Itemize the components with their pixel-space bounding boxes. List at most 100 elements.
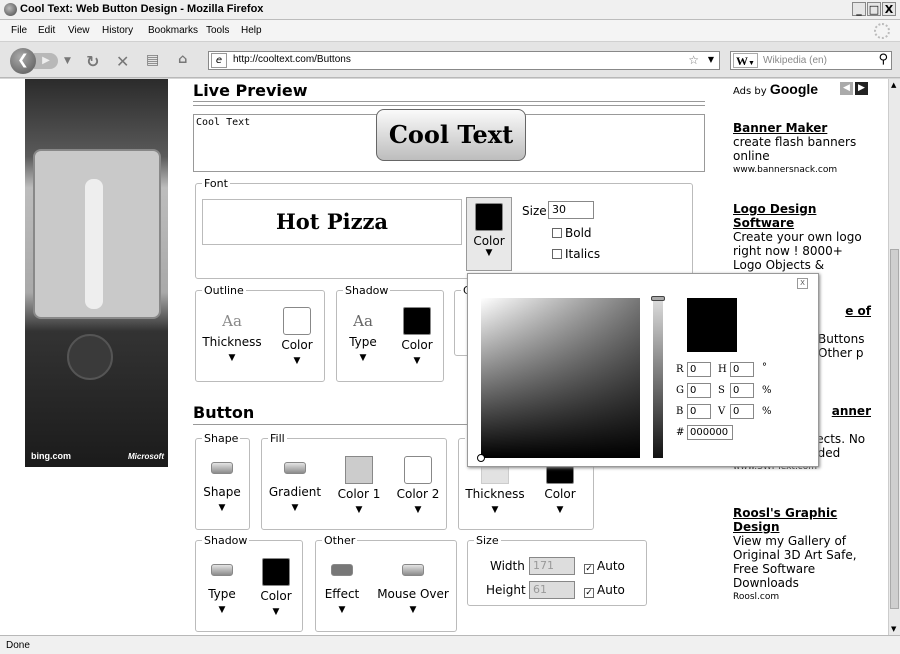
menu-bookmarks[interactable]: Bookmarks — [148, 25, 198, 36]
outline-color-control[interactable]: Color ▼ — [271, 307, 323, 366]
fill-gradient-control[interactable]: Gradient ▼ — [265, 462, 325, 513]
ads-next-button[interactable]: ▶ — [855, 82, 868, 95]
text-shadow-color-dropdown-icon[interactable]: ▼ — [394, 356, 440, 366]
font-size-input[interactable]: 30 — [548, 201, 594, 219]
fill-color2-swatch[interactable] — [404, 456, 432, 484]
search-icon[interactable]: ⚲ — [878, 52, 888, 67]
fill-color1-swatch[interactable] — [345, 456, 373, 484]
fill-color2-dropdown-icon[interactable]: ▼ — [392, 505, 444, 515]
menu-history[interactable]: History — [102, 25, 133, 36]
color-cursor[interactable] — [477, 454, 485, 462]
site-identity-icon[interactable]: e — [211, 53, 227, 68]
button-shadow-color-dropdown-icon[interactable]: ▼ — [253, 607, 299, 617]
menu-edit[interactable]: Edit — [38, 25, 55, 36]
shape-dropdown-icon[interactable]: ▼ — [196, 503, 248, 513]
ad-url[interactable]: www.bannersnack.com — [733, 163, 873, 177]
ads-prev-button[interactable]: ◀ — [840, 82, 853, 95]
outline-color-swatch[interactable] — [283, 307, 311, 335]
reload-icon[interactable]: ↻ — [86, 52, 99, 71]
maximize-button[interactable]: □ — [867, 2, 881, 16]
width-auto-box[interactable]: ✓ — [584, 564, 594, 574]
button-shadow-type-control[interactable]: Type ▼ — [199, 564, 245, 615]
menu-help[interactable]: Help — [241, 25, 262, 36]
outline-thickness-control[interactable]: Aa Thickness ▼ — [202, 307, 262, 363]
text-shadow-type-dropdown-icon[interactable]: ▼ — [340, 353, 386, 363]
fill-color2-control[interactable]: Color 2 ▼ — [392, 456, 444, 515]
url-dropdown-icon[interactable]: ▼ — [708, 55, 714, 64]
hue-slider[interactable] — [651, 296, 665, 458]
shape-control[interactable]: Shape ▼ — [196, 462, 248, 513]
text-shadow-color-swatch[interactable] — [403, 307, 431, 335]
effect-dropdown-icon[interactable]: ▼ — [319, 605, 365, 615]
cool-text-preview-button[interactable]: Cool Text — [376, 109, 526, 161]
border-color-dropdown-icon[interactable]: ▼ — [536, 505, 584, 515]
height-auto-checkbox[interactable]: ✓ Auto — [584, 583, 625, 598]
minimize-button[interactable]: _ — [852, 2, 866, 16]
outline-thickness-dropdown-icon[interactable]: ▼ — [202, 353, 262, 363]
border-thickness-dropdown-icon[interactable]: ▼ — [462, 505, 528, 515]
button-shadow-color-control[interactable]: Color ▼ — [253, 558, 299, 617]
scroll-down-icon[interactable]: ▼ — [891, 625, 896, 633]
font-color-dropdown-icon[interactable]: ▼ — [467, 248, 511, 258]
button-shadow-type-dropdown-icon[interactable]: ▼ — [199, 605, 245, 615]
button-shadow-color-swatch[interactable] — [262, 558, 290, 586]
picker-close-icon[interactable]: X — [797, 278, 808, 289]
bold-checkbox[interactable]: Bold — [552, 226, 592, 240]
width-auto-checkbox[interactable]: ✓ Auto — [584, 559, 625, 574]
font-preview[interactable]: Hot Pizza — [202, 199, 462, 245]
mouse-over-control[interactable]: Mouse Over ▼ — [374, 564, 452, 615]
width-input[interactable]: 171 — [529, 557, 575, 575]
outline-sample[interactable]: Aa — [218, 307, 246, 335]
b-input[interactable]: 0 — [687, 404, 711, 419]
ad-title-link[interactable]: Banner Maker — [733, 121, 873, 135]
font-color-button[interactable]: Color ▼ — [466, 197, 512, 271]
vertical-scrollbar[interactable]: ▲ ▼ — [888, 79, 900, 635]
search-input[interactable]: Wikipedia (en) — [763, 55, 827, 66]
text-shadow-type-control[interactable]: Aa Type ▼ — [340, 307, 386, 363]
ad-title-link[interactable]: Roosl's Graphic Design — [733, 506, 873, 534]
ad-title-link[interactable]: Logo Design Software — [733, 202, 873, 230]
menu-tools[interactable]: Tools — [206, 25, 229, 36]
saturation-value-field[interactable] — [477, 298, 640, 462]
fill-color1-control[interactable]: Color 1 ▼ — [334, 456, 384, 515]
search-bar[interactable]: W▼ Wikipedia (en) ⚲ — [730, 51, 892, 70]
r-input[interactable]: 0 — [687, 362, 711, 377]
height-auto-box[interactable]: ✓ — [584, 588, 594, 598]
back-button[interactable]: ❮ — [10, 48, 36, 74]
stop-icon[interactable]: ✕ — [116, 52, 129, 71]
outline-color-dropdown-icon[interactable]: ▼ — [271, 356, 323, 366]
scrollbar-thumb[interactable] — [890, 249, 899, 609]
mouse-over-swatch[interactable] — [402, 564, 424, 576]
effect-swatch[interactable] — [331, 564, 353, 576]
button-shadow-type-swatch[interactable] — [211, 564, 233, 576]
font-color-swatch[interactable] — [475, 203, 503, 231]
scroll-up-icon[interactable]: ▲ — [891, 81, 896, 89]
mouse-over-dropdown-icon[interactable]: ▼ — [374, 605, 452, 615]
hue-slider-handle[interactable] — [651, 296, 665, 301]
h-input[interactable]: 0 — [730, 362, 754, 377]
bing-ad-image[interactable]: bing.com Microsoft — [25, 79, 168, 467]
gradient-swatch[interactable] — [284, 462, 306, 474]
menu-view[interactable]: View — [68, 25, 90, 36]
g-input[interactable]: 0 — [687, 383, 711, 398]
menu-file[interactable]: File — [11, 25, 27, 36]
address-bar[interactable]: e http://cooltext.com/Buttons ☆ ▼ — [208, 51, 720, 70]
s-input[interactable]: 0 — [730, 383, 754, 398]
italics-checkbox[interactable]: Italics — [552, 247, 600, 261]
history-dropdown-icon[interactable]: ▼ — [64, 56, 71, 66]
home-icon[interactable]: ⌂ — [178, 52, 187, 67]
search-engine-button[interactable]: W▼ — [733, 53, 758, 68]
hex-input[interactable]: 000000 — [687, 425, 733, 440]
italics-checkbox-box[interactable] — [552, 249, 562, 259]
forward-button[interactable]: ▶ — [34, 53, 58, 69]
effect-control[interactable]: Effect ▼ — [319, 564, 365, 615]
print-icon[interactable]: ▤ — [146, 52, 159, 68]
v-input[interactable]: 0 — [730, 404, 754, 419]
fill-color1-dropdown-icon[interactable]: ▼ — [334, 505, 384, 515]
text-shadow-color-control[interactable]: Color ▼ — [394, 307, 440, 366]
url-text[interactable]: http://cooltext.com/Buttons — [233, 54, 351, 65]
close-button[interactable]: X — [882, 2, 896, 16]
shape-swatch[interactable] — [211, 462, 233, 474]
bold-checkbox-box[interactable] — [552, 228, 562, 238]
ad-url[interactable]: Roosl.com — [733, 590, 873, 604]
